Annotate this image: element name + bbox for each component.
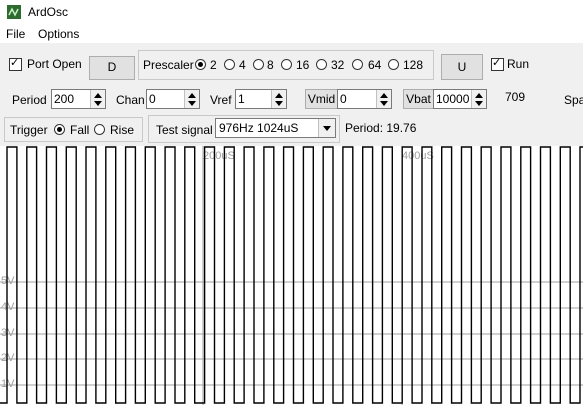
arrow-up-icon — [275, 93, 283, 98]
scope-display[interactable]: 200uS 400uS 5V 4V 3V 2V 1V — [0, 146, 583, 405]
prescaler-option-label: 128 — [403, 58, 424, 72]
volt-label-1v: 1V — [1, 378, 15, 390]
trigger-fall-radio[interactable] — [54, 124, 65, 135]
time-label-400: 400uS — [402, 150, 434, 162]
u-button[interactable]: U — [441, 54, 483, 80]
chan-label: Chan — [116, 93, 145, 107]
vref-label: Vref — [210, 93, 232, 107]
title-bar: ArdOsc — [0, 0, 583, 24]
period-label: Period — [12, 93, 47, 107]
vmid-spinner[interactable]: 0 — [337, 89, 392, 109]
period-value: 200 — [54, 92, 75, 106]
vmid-button[interactable]: Vmid — [305, 89, 338, 109]
arrow-up-icon — [380, 93, 388, 98]
prescaler-option-label: 8 — [267, 58, 274, 72]
run-label: Run — [507, 57, 530, 71]
volt-label-5v: 5V — [1, 275, 15, 287]
volt-label-2v: 2V — [1, 352, 15, 364]
scope-canvas: 200uS 400uS 5V 4V 3V 2V 1V — [0, 146, 583, 405]
spinner-arrows[interactable] — [471, 90, 486, 108]
prescaler-radio-2[interactable] — [195, 59, 206, 70]
test-signal-label: Test signal — [156, 123, 213, 137]
volt-label-4v: 4V — [1, 301, 15, 313]
menu-bar: File Options — [0, 24, 583, 43]
test-signal-value: 976Hz 1024uS — [219, 121, 299, 135]
test-signal-select[interactable]: 976Hz 1024uS — [215, 118, 336, 138]
prescaler-option-label: 4 — [239, 58, 246, 72]
vbat-value: 10000 — [436, 92, 470, 106]
menu-options[interactable]: Options — [38, 27, 79, 41]
arrow-down-icon — [475, 101, 483, 106]
menu-file[interactable]: File — [6, 27, 25, 41]
arrow-down-icon — [188, 101, 196, 106]
dropdown-arrow[interactable] — [318, 119, 335, 137]
spinner-arrows[interactable] — [184, 90, 199, 108]
spinner-arrows[interactable] — [90, 90, 105, 108]
vbat-spinner[interactable]: 10000 — [433, 89, 487, 109]
d-button[interactable]: D — [89, 56, 135, 80]
arrow-up-icon — [94, 93, 102, 98]
prescaler-option-label: 32 — [331, 58, 345, 72]
chan-spinner[interactable]: 0 — [146, 89, 200, 109]
trigger-rise-radio[interactable] — [94, 124, 105, 135]
time-label-200: 200uS — [203, 150, 235, 162]
signal-trace — [0, 146, 583, 404]
vref-spinner[interactable]: 1 — [235, 89, 287, 109]
trigger-fall-label: Fall — [70, 123, 90, 137]
trigger-rise-label: Rise — [110, 123, 135, 137]
chevron-down-icon — [323, 126, 331, 131]
window-title: ArdOsc — [28, 5, 69, 19]
period-readout: Period: 19.76 — [345, 121, 417, 135]
prescaler-radio-64[interactable] — [352, 59, 363, 70]
vbat-button[interactable]: Vbat — [403, 89, 434, 109]
prescaler-radio-128[interactable] — [388, 59, 399, 70]
vmid-value: 0 — [340, 92, 347, 106]
vref-value: 1 — [238, 92, 245, 106]
check-icon: ✓ — [10, 57, 20, 69]
chan-value: 0 — [149, 92, 156, 106]
check-icon: ✓ — [492, 57, 502, 69]
spa-label: Spa — [564, 93, 583, 107]
period-spinner[interactable]: 200 — [51, 89, 106, 109]
prescaler-option-label: 16 — [296, 58, 310, 72]
volt-label-3v: 3V — [1, 327, 15, 339]
run-checkbox[interactable]: ✓ — [491, 57, 504, 71]
readout-value: 709 — [505, 90, 526, 104]
port-open-label: Port Open — [27, 57, 82, 71]
arrow-down-icon — [380, 101, 388, 106]
spinner-arrows[interactable] — [271, 90, 286, 108]
prescaler-label: Prescaler — [143, 58, 194, 72]
prescaler-radio-4[interactable] — [224, 59, 235, 70]
arrow-up-icon — [475, 93, 483, 98]
prescaler-radio-32[interactable] — [316, 59, 327, 70]
prescaler-option-label: 2 — [210, 58, 217, 72]
arrow-down-icon — [94, 101, 102, 106]
trigger-label: Trigger — [10, 123, 48, 137]
arrow-down-icon — [275, 101, 283, 106]
prescaler-radio-8[interactable] — [253, 59, 264, 70]
app-icon — [7, 5, 21, 19]
spinner-arrows[interactable] — [376, 90, 391, 108]
port-open-checkbox[interactable]: ✓ — [9, 57, 22, 71]
arrow-up-icon — [188, 93, 196, 98]
prescaler-option-label: 64 — [368, 58, 382, 72]
prescaler-radio-16[interactable] — [281, 59, 292, 70]
